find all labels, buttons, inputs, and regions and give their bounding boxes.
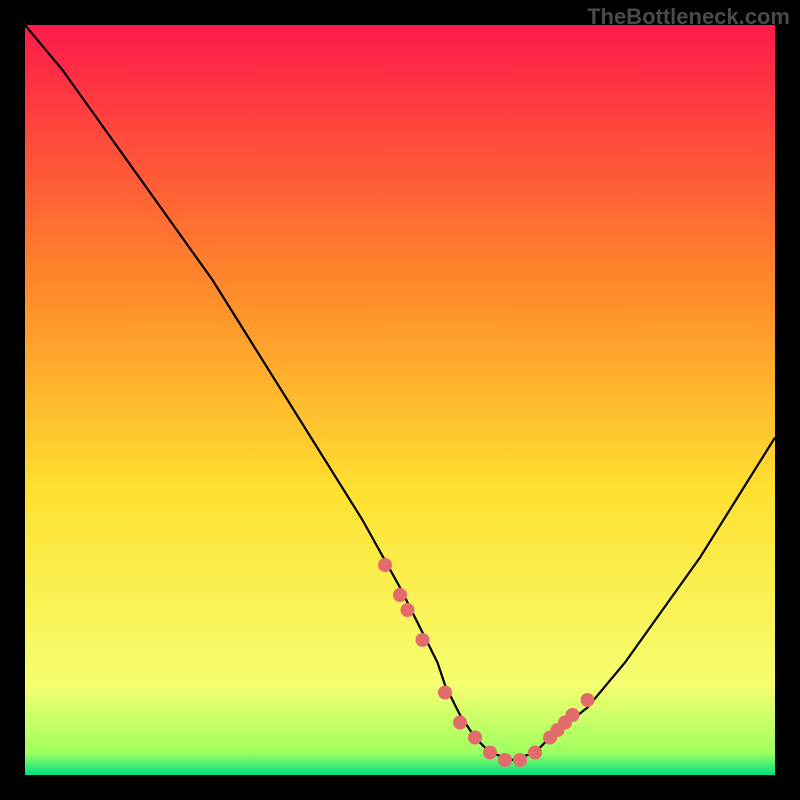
plot-area [25,25,775,775]
data-marker [566,708,580,722]
data-marker [401,603,415,617]
gradient-background [25,25,775,775]
chart-svg [25,25,775,775]
data-marker [468,731,482,745]
data-marker [378,558,392,572]
chart-container: TheBottleneck.com [0,0,800,800]
data-marker [453,716,467,730]
data-marker [498,753,512,767]
data-marker [393,588,407,602]
data-marker [438,686,452,700]
watermark-text: TheBottleneck.com [587,4,790,30]
data-marker [416,633,430,647]
data-marker [513,753,527,767]
data-marker [528,746,542,760]
data-marker [581,693,595,707]
data-marker [483,746,497,760]
